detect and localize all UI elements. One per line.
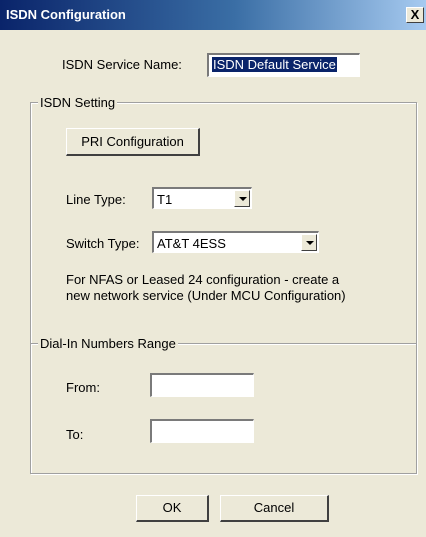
chevron-down-icon[interactable] — [234, 190, 250, 207]
title-bar[interactable]: ISDN Configuration X — [0, 0, 426, 30]
service-name-label: ISDN Service Name: — [62, 57, 182, 72]
pri-configuration-label: PRI Configuration — [81, 134, 184, 149]
isdn-setting-legend: ISDN Setting — [38, 95, 118, 110]
service-name-value: ISDN Default Service — [212, 57, 337, 72]
to-label: To: — [66, 427, 84, 442]
switch-type-select[interactable]: AT&T 4ESS — [152, 231, 319, 253]
dial-in-separator — [30, 343, 417, 474]
close-button[interactable]: X — [406, 7, 424, 23]
ok-button[interactable]: OK — [136, 495, 209, 522]
nfas-note: For NFAS or Leased 24 configuration - cr… — [66, 272, 346, 304]
service-name-input[interactable]: ISDN Default Service — [207, 53, 360, 77]
from-label: From: — [66, 380, 100, 395]
dial-in-legend: Dial-In Numbers Range — [38, 336, 178, 351]
isdn-configuration-dialog: ISDN Configuration X ISDN Service Name: … — [0, 0, 426, 537]
line-type-select[interactable]: T1 — [152, 187, 252, 209]
window-title: ISDN Configuration — [6, 7, 126, 22]
from-input[interactable] — [150, 373, 254, 397]
pri-configuration-button[interactable]: PRI Configuration — [66, 128, 200, 156]
cancel-label: Cancel — [253, 500, 295, 515]
cancel-button[interactable]: Cancel — [220, 495, 329, 522]
line-type-value: T1 — [157, 192, 173, 207]
nfas-note-line: For NFAS or Leased 24 configuration - cr… — [66, 272, 340, 287]
switch-type-label: Switch Type: — [66, 236, 140, 251]
nfas-note-line: new network service (Under MCU Configura… — [66, 288, 346, 303]
to-input[interactable] — [150, 419, 254, 443]
ok-label: OK — [162, 500, 182, 515]
switch-type-value: AT&T 4ESS — [157, 236, 226, 251]
close-icon: X — [410, 7, 420, 22]
line-type-label: Line Type: — [66, 192, 126, 207]
chevron-down-icon[interactable] — [301, 234, 317, 251]
